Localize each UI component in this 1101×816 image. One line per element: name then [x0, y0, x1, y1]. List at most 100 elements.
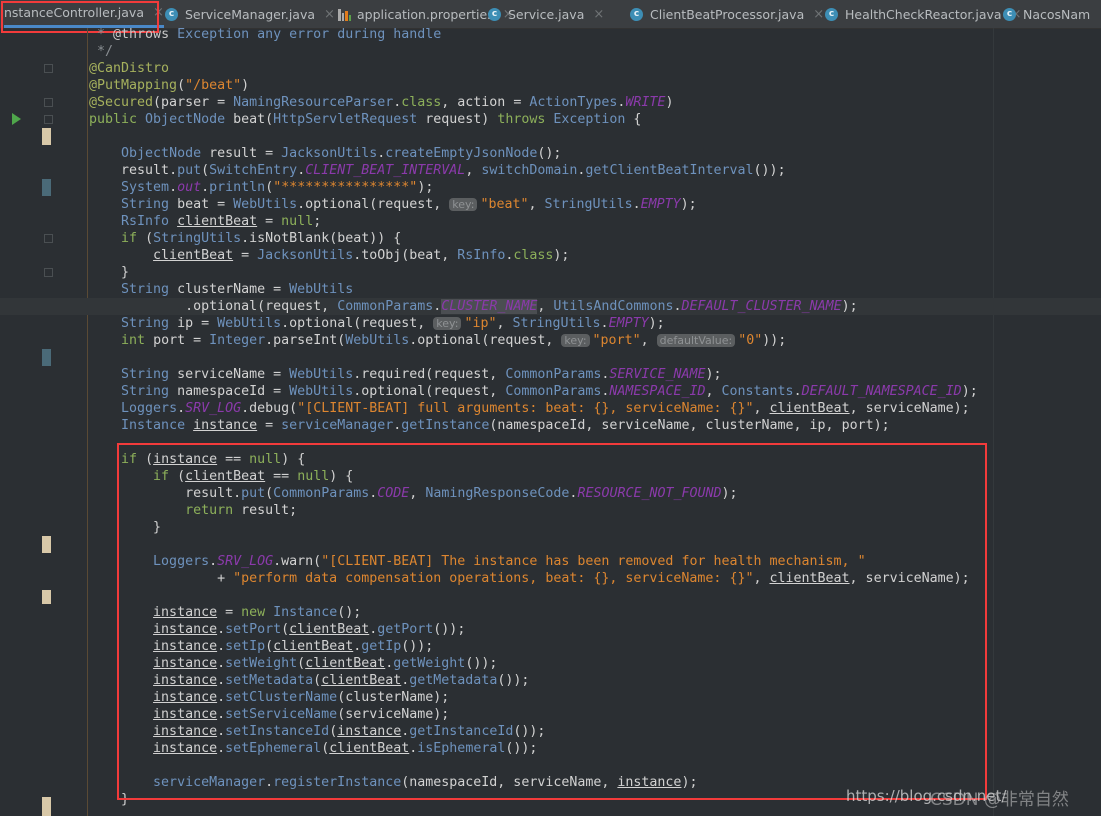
code-token: , serviceName); [849, 401, 970, 416]
code-token: CLUSTER_NAME [441, 299, 538, 314]
close-tab-icon[interactable]: × [813, 7, 824, 22]
code-token: instance [153, 639, 218, 654]
code-token: Constants [721, 384, 794, 399]
code-token: ); [705, 367, 722, 382]
code-token: port = [153, 333, 210, 348]
code-token: setInstanceId [225, 724, 330, 739]
code-token: ); [417, 180, 434, 195]
code-token: WRITE [625, 95, 666, 110]
code-editor[interactable]: * @throws Exception any error during han… [89, 26, 978, 808]
parameter-hint: key: [561, 334, 590, 347]
close-tab-icon[interactable]: × [324, 7, 335, 22]
code-line: if (clientBeat == null) { [89, 468, 978, 485]
code-line: instance.setPort(clientBeat.getPort()); [89, 621, 978, 638]
fold-marker-icon[interactable] [44, 64, 53, 73]
fold-marker-icon[interactable] [44, 115, 53, 124]
tab-service-java[interactable]: c Service.java × [488, 0, 604, 28]
code-token: . [217, 656, 226, 671]
code-line: result.put(SwitchEntry.CLIENT_BEAT_INTER… [89, 162, 978, 179]
code-token: getInstanceId [409, 724, 514, 739]
code-token: == [265, 469, 298, 484]
code-token: ()); [465, 656, 498, 671]
close-tab-icon[interactable]: × [153, 5, 164, 20]
fold-marker-icon[interactable] [44, 268, 53, 277]
code-token: (serviceName); [337, 707, 450, 722]
code-token: "****************" [273, 180, 418, 195]
code-token: result. [185, 486, 242, 501]
tab-nacosnam[interactable]: c NacosNam [1003, 0, 1090, 28]
tab-nstancecontroller-java[interactable]: nstanceController.java × [4, 0, 164, 28]
code-line: instance.setClusterName(clusterName); [89, 689, 978, 706]
code-token: serviceManager [153, 775, 266, 790]
tab-label: Service.java [508, 6, 585, 22]
run-gutter-icon[interactable] [12, 113, 21, 125]
code-token: ( [281, 622, 290, 637]
code-token: getPort [377, 622, 434, 637]
class-icon: c [630, 7, 643, 21]
code-token: instance [153, 707, 218, 722]
code-token: getClientBeatInterval [585, 163, 754, 178]
code-token: "0" [738, 333, 763, 348]
code-token: ( [265, 486, 274, 501]
code-token: JacksonUtils [257, 248, 354, 263]
right-margin-guide [993, 28, 994, 816]
code-line: } [89, 264, 978, 281]
code-token: CommonParams [505, 367, 602, 382]
code-token: WebUtils [217, 316, 282, 331]
code-token: . [217, 673, 226, 688]
code-token: clientBeat [185, 469, 266, 484]
code-token: clientBeat [273, 639, 354, 654]
code-token: ( [145, 231, 154, 246]
code-token: , action = [441, 95, 530, 110]
tab-clientbeatprocessor-java[interactable]: c ClientBeatProcessor.java × [630, 0, 824, 28]
fold-marker-icon[interactable] [44, 234, 53, 243]
code-token: setPort [225, 622, 282, 637]
code-token: { [633, 112, 642, 127]
code-line: String clusterName = WebUtils [89, 281, 978, 298]
code-line: return result; [89, 502, 978, 519]
code-token: .toObj(beat, [353, 248, 458, 263]
code-line: + "perform data compensation operations,… [89, 570, 978, 587]
code-token: , [537, 299, 554, 314]
code-token: class [513, 248, 554, 263]
code-token: if [153, 469, 178, 484]
code-token: NamingResourceParser [233, 95, 394, 110]
code-token: "[CLIENT-BEAT] The instance has been rem… [321, 554, 866, 569]
code-token: beat = [177, 197, 234, 212]
code-token: .required(request, [353, 367, 506, 382]
code-token: ()); [433, 622, 466, 637]
code-token: } [121, 792, 130, 807]
code-token: null [297, 469, 330, 484]
code-token: WebUtils [289, 282, 354, 297]
code-token: (); [537, 146, 562, 161]
code-token: Instance [121, 418, 194, 433]
code-token: String [121, 384, 178, 399]
code-token: if [121, 231, 146, 246]
code-token: WebUtils [289, 384, 354, 399]
code-token: WebUtils [345, 333, 410, 348]
code-token: } [153, 520, 162, 535]
parameter-hint: key: [433, 317, 462, 330]
code-token: instance [153, 673, 218, 688]
tab-servicemanager-java[interactable]: c ServiceManager.java × [165, 0, 335, 28]
tab-healthcheckreactor-java[interactable]: c HealthCheckReactor.java × [825, 0, 1021, 28]
code-token: , [409, 486, 426, 501]
code-line: instance = new Instance(); [89, 604, 978, 621]
code-token: WebUtils [233, 197, 298, 212]
code-token: request) [425, 112, 498, 127]
code-token: ()); [401, 639, 434, 654]
code-token: ); [961, 384, 978, 399]
code-line: * @throws Exception any error during han… [89, 26, 978, 43]
code-line: Instance instance = serviceManager.getIn… [89, 417, 978, 434]
close-tab-icon[interactable]: × [593, 7, 604, 22]
code-token: "beat" [480, 197, 529, 212]
code-token: instance [153, 690, 218, 705]
fold-marker-icon[interactable] [44, 98, 53, 107]
code-token: instance [153, 656, 218, 671]
code-token: (namespaceId, serviceName, clusterName, … [489, 418, 890, 433]
code-token: null [249, 452, 282, 467]
bookmark-marker [42, 179, 51, 196]
code-token: (parser = [153, 95, 234, 110]
code-line: RsInfo clientBeat = null; [89, 213, 978, 230]
